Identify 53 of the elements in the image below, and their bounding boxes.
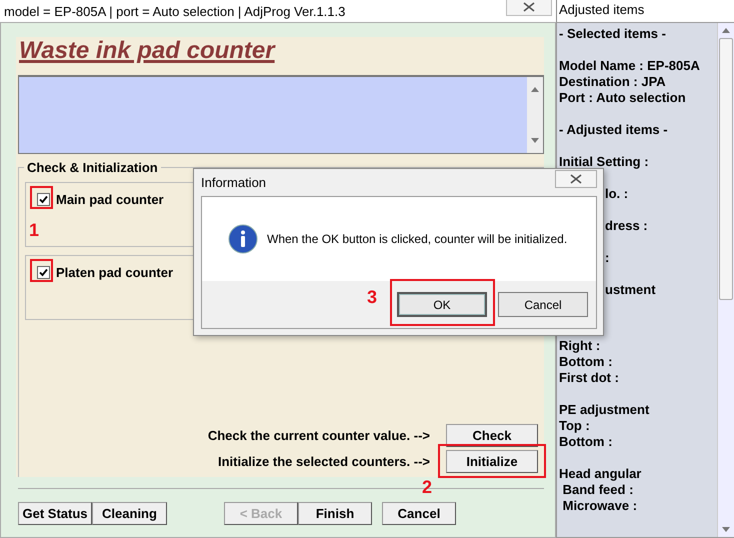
close-button[interactable] [555,170,597,188]
scroll-up-icon[interactable] [722,28,730,33]
checkbox-label: Platen pad counter [56,265,174,280]
item-line: : [604,250,610,266]
item-line: PE adjustment [559,402,650,418]
close-icon [522,2,536,12]
scrollbar[interactable] [717,23,734,537]
scroll-down-icon[interactable] [531,138,539,143]
scroll-down-icon[interactable] [722,527,730,532]
scroll-thumb[interactable] [719,38,733,300]
item-line: Port : Auto selection [559,90,687,106]
item-line: Top : [559,418,591,434]
checkbox-label: Main pad counter [56,192,164,207]
item-line: - Selected items - [559,26,667,42]
footer-button[interactable]: Finish [298,502,372,525]
item-line: - Adjusted items - [559,122,669,138]
step-number: 1 [29,221,40,239]
item-line: Bottom : [559,434,614,450]
scroll-up-icon[interactable] [531,87,539,92]
window-title: model = EP-805A | port = Auto selection | AdjProg Ver.1.1.3 [4,4,346,18]
footer-button[interactable]: Cancel [382,502,456,525]
item-line: First dot : [559,370,620,386]
dialog-message: When the OK button is clicked, counter will be initialized. [267,232,568,246]
item-line: lo. : [604,186,630,202]
item-line: Head angular [559,466,642,482]
item-line: dress : [604,218,649,234]
action-button[interactable]: Check [446,424,538,447]
dialog-button[interactable]: OK [397,292,487,317]
item-line: Band feed : [562,482,634,498]
dialog-button[interactable]: Cancel [498,292,588,317]
action-hint: Initialize the selected counters. --> [218,454,430,469]
checkbox[interactable] [37,193,50,206]
footer-button[interactable]: Cleaning [92,502,167,525]
item-line: Right : [559,338,602,354]
footer-button[interactable]: Get Status [18,502,92,525]
item-line: Microwave : [562,498,638,514]
close-icon [569,174,583,184]
close-button[interactable] [506,0,552,16]
item-line: Initial Setting : [559,154,650,170]
info-icon [228,224,258,254]
step-number: 3 [367,288,378,306]
checkbox[interactable] [37,266,50,279]
scrollbar[interactable] [527,77,543,153]
item-line: Destination : JPA [559,74,667,90]
item-line: ustment [604,282,657,298]
item-line: Model Name : EP-805A [559,58,701,74]
dialog-title: Information [201,175,266,190]
page-heading: Waste ink pad counter [18,37,277,66]
step-number: 2 [422,478,432,496]
item-line: Bottom : [559,354,614,370]
group-title: Check & Initialization [24,160,161,175]
action-button[interactable]: Initialize [446,450,538,473]
action-hint: Check the current counter value. --> [208,428,430,443]
